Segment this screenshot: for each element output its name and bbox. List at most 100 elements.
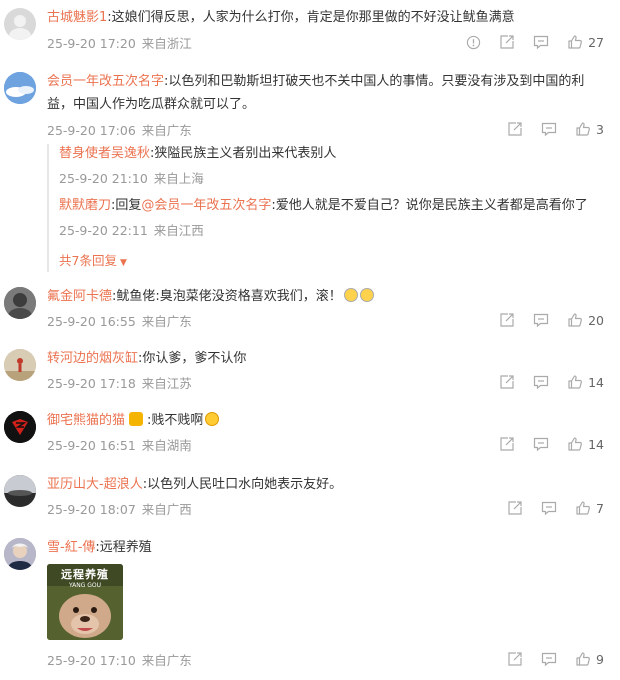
avatar[interactable] (4, 538, 36, 570)
like-button[interactable]: 9 (575, 651, 604, 667)
like-button[interactable]: 14 (567, 436, 604, 452)
comment-icon[interactable] (541, 651, 557, 667)
comment-text: 会员一年改五次名字:以色列和巴勒斯坦打破天也不关中国人的事情。只要没有涉及到中国… (47, 70, 602, 116)
reply-username[interactable]: 替身使者吴逸秋 (59, 146, 150, 161)
avatar[interactable] (4, 287, 36, 319)
avatar[interactable] (4, 349, 36, 381)
reply-item: 默默磨刀:回复@会员一年改五次名字:爱他人就是不爱自己？说你是民族主义者都是高看… (59, 196, 607, 239)
comment-meta: 25-9-20 16:51 来自湖南 (47, 435, 192, 454)
image-caption: 远程养殖 (61, 568, 109, 581)
comment-actions: 14 (485, 372, 604, 392)
comment-body: :远程养殖 (95, 540, 152, 555)
like-button[interactable]: 14 (567, 374, 604, 390)
location: 来自广东 (141, 123, 192, 138)
more-replies-link[interactable]: 共7条回复 ▼ (59, 250, 127, 269)
like-count: 14 (588, 374, 604, 390)
reply-body: :狭隘民族主义者别出来代表别人 (150, 146, 337, 161)
comment-icon[interactable] (533, 374, 549, 390)
report-icon[interactable] (466, 35, 481, 50)
like-button[interactable]: 7 (575, 500, 604, 516)
comment-meta: 25-9-20 17:20 来自浙江 (47, 33, 192, 52)
emoji-icon (205, 412, 220, 426)
location: 来自江苏 (141, 376, 192, 391)
reply-meta: 25-9-20 21:10 来自上海 (59, 168, 607, 187)
image-subcaption: YANG GOU (68, 582, 102, 589)
username[interactable]: 雪-紅-傳 (47, 540, 95, 555)
avatar[interactable] (4, 72, 36, 104)
comment-actions: 14 (485, 434, 604, 454)
comment-icon[interactable] (541, 121, 557, 137)
username[interactable]: 氟金阿卡德 (47, 289, 112, 304)
comment-body: :贱不贱啊 (147, 413, 204, 428)
comment-meta: 25-9-20 17:18 来自江苏 (47, 373, 192, 392)
share-icon[interactable] (499, 436, 515, 452)
comment-icon[interactable] (533, 34, 549, 50)
comment-body-cont: 益，中国人作为吃瓜群众就可以了。 (47, 97, 256, 112)
share-icon[interactable] (507, 651, 523, 667)
comment-actions: 27 (452, 32, 604, 52)
like-count: 7 (596, 500, 604, 516)
share-icon[interactable] (507, 121, 523, 137)
avatar[interactable] (4, 475, 36, 507)
username[interactable]: 会员一年改五次名字 (47, 74, 164, 89)
like-icon (568, 313, 583, 327)
comment-meta: 25-9-20 16:55 来自广东 (47, 311, 192, 330)
like-count: 9 (596, 651, 604, 667)
reply-meta: 25-9-20 22:11 来自江西 (59, 220, 607, 239)
timestamp: 25-9-20 17:20 (47, 36, 136, 51)
comment-text: 雪-紅-傳:远程养殖 (47, 536, 602, 559)
share-icon[interactable] (499, 312, 515, 328)
location: 来自广东 (141, 314, 192, 329)
location: 来自浙江 (141, 36, 192, 51)
username[interactable]: 古城魅影1 (47, 10, 107, 25)
comment-body: :以色列人民吐口水向她表示友好。 (142, 477, 343, 492)
username[interactable]: 转河边的烟灰缸 (47, 351, 138, 366)
share-icon[interactable] (499, 374, 515, 390)
reply-item: 替身使者吴逸秋:狭隘民族主义者别出来代表别人 25-9-20 21:10 来自上海 (59, 144, 607, 187)
username[interactable]: 御宅熊猫的猫 (47, 413, 125, 428)
like-icon (576, 652, 590, 666)
like-button[interactable]: 20 (567, 312, 604, 328)
comment-text: 氟金阿卡德:鱿鱼佬:臭泡菜佬没资格喜欢我们，滚！ (47, 285, 602, 308)
reply-text: 默默磨刀:回复@会员一年改五次名字:爱他人就是不爱自己？说你是民族主义者都是高看… (59, 196, 607, 216)
timestamp: 25-9-20 17:06 (47, 123, 136, 138)
timestamp: 25-9-20 16:55 (47, 314, 136, 329)
like-icon (576, 122, 590, 136)
location: 来自广西 (141, 502, 192, 517)
like-icon (576, 501, 590, 515)
comment-meta: 25-9-20 18:07 来自广西 (47, 499, 192, 518)
share-icon[interactable] (507, 500, 523, 516)
reply-thread: 替身使者吴逸秋:狭隘民族主义者别出来代表别人 25-9-20 21:10 来自上海… (47, 144, 607, 272)
share-icon[interactable] (499, 34, 515, 50)
more-replies-label: 共7条回复 (59, 253, 117, 268)
comment-body: :你认爹，爹不认你 (138, 351, 247, 366)
location: 来自江西 (153, 223, 204, 238)
comment-body: :这娘们得反思，人家为什么打你，肯定是你那里做的不好没让鱿鱼满意 (107, 10, 515, 25)
timestamp: 25-9-20 18:07 (47, 502, 136, 517)
comment-body: :鱿鱼佬:臭泡菜佬没资格喜欢我们，滚！ (112, 289, 342, 304)
emoji-icon (343, 288, 358, 302)
comment-text: 亚历山大-超浪人:以色列人民吐口水向她表示友好。 (47, 473, 602, 496)
comment-icon[interactable] (533, 436, 549, 452)
mention-link[interactable]: @会员一年改五次名字 (141, 198, 271, 213)
comment-icon[interactable] (541, 500, 557, 516)
timestamp: 25-9-20 17:18 (47, 376, 136, 391)
reply-username[interactable]: 默默磨刀 (59, 198, 111, 213)
avatar[interactable] (4, 411, 36, 443)
avatar[interactable] (4, 8, 36, 40)
chevron-down-icon: ▼ (119, 258, 127, 268)
comment-body: :以色列和巴勒斯坦打破天也不关中国人的事情。只要没有涉及到中国的利 (164, 74, 585, 89)
username[interactable]: 亚历山大-超浪人 (47, 477, 143, 492)
crown-icon (129, 412, 144, 426)
comment-actions: 3 (493, 119, 604, 139)
comment-icon[interactable] (533, 312, 549, 328)
comment-actions: 9 (493, 649, 604, 669)
like-button[interactable]: 27 (567, 34, 604, 50)
timestamp: 25-9-20 21:10 (59, 171, 148, 186)
comment-actions: 7 (493, 498, 604, 518)
comment-actions: 20 (485, 310, 604, 330)
comment-text: 古城魅影1:这娘们得反思，人家为什么打你，肯定是你那里做的不好没让鱿鱼满意 (47, 6, 602, 29)
reply-text: 替身使者吴逸秋:狭隘民族主义者别出来代表别人 (59, 144, 607, 164)
comment-image[interactable]: 远程养殖 YANG GOU (47, 564, 123, 640)
like-button[interactable]: 3 (575, 121, 604, 137)
